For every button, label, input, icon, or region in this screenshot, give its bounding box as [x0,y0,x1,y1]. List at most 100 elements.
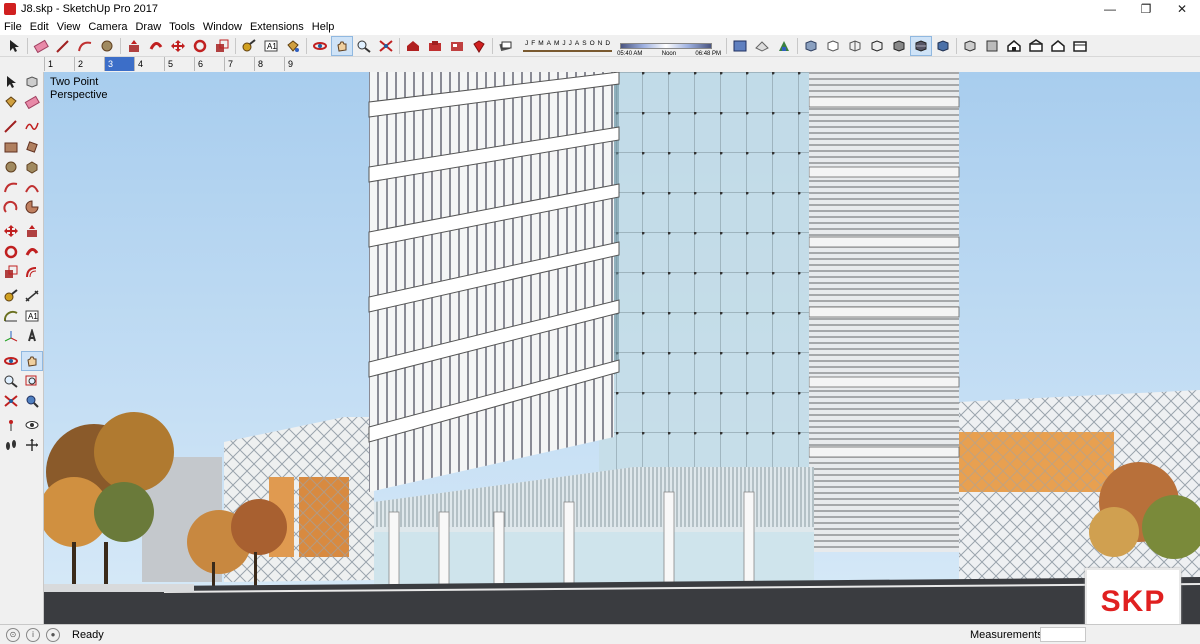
sandbox-icon[interactable] [773,36,795,56]
protractor-icon[interactable] [0,306,22,326]
push-pull-icon[interactable] [123,36,145,56]
top-view-icon[interactable] [981,36,1003,56]
text-icon[interactable]: A1 [22,306,44,326]
time-slider[interactable]: 05:40 AM Noon 06:48 PM [617,42,721,57]
three-point-arc-icon[interactable] [0,197,22,217]
scene-tab-3[interactable]: 3 [104,57,134,71]
minimize-button[interactable]: — [1092,0,1128,18]
arc-icon[interactable] [0,177,22,197]
scale-icon[interactable] [0,262,22,282]
rotated-rectangle-icon[interactable] [22,137,44,157]
dimension-icon[interactable] [22,286,44,306]
scene-tab-1[interactable]: 1 [44,57,74,71]
follow-me-icon[interactable] [22,242,44,262]
circle-icon[interactable] [0,157,22,177]
push-pull-icon[interactable] [22,221,44,241]
iso-icon[interactable] [959,36,981,56]
eraser-icon[interactable] [22,92,44,112]
arc-icon[interactable] [74,36,96,56]
zoom-icon[interactable] [353,36,375,56]
pie-icon[interactable] [22,197,44,217]
back-edges-icon[interactable] [822,36,844,56]
hidden-line-icon[interactable] [866,36,888,56]
menu-help[interactable]: Help [308,21,339,33]
styles-icon[interactable] [751,36,773,56]
close-button[interactable]: ✕ [1164,0,1200,18]
two-point-arc-icon[interactable] [22,177,44,197]
credits-icon[interactable]: i [26,627,40,642]
back-view-icon[interactable] [1047,36,1069,56]
rectangle-icon[interactable] [0,137,22,157]
pan-icon[interactable] [331,35,353,56]
match-photo-icon[interactable] [729,36,751,56]
scene-tab-9[interactable]: 9 [284,57,314,71]
menu-extensions[interactable]: Extensions [246,21,308,33]
orbit-icon[interactable] [0,351,21,371]
maximize-button[interactable]: ❐ [1128,0,1164,18]
user-account-icon[interactable]: ● [46,627,60,642]
xray-icon[interactable] [800,36,822,56]
measurements-input[interactable] [1040,627,1086,642]
make-component-icon[interactable] [22,72,44,92]
shadow-settings-bar[interactable]: JFMAMJJASOND 05:40 AM Noon 06:48 PM [523,36,721,57]
wireframe-icon[interactable] [844,36,866,56]
line-icon[interactable] [0,116,22,136]
scene-tab-7[interactable]: 7 [224,57,254,71]
tape-measure-icon[interactable] [0,286,22,306]
zoom-extents-icon[interactable] [375,36,397,56]
left-view-icon[interactable] [1069,36,1091,56]
eraser-icon[interactable] [30,36,52,56]
select-icon[interactable] [3,36,25,56]
scene-tab-5[interactable]: 5 [164,57,194,71]
menu-window[interactable]: Window [199,21,246,33]
monochrome-icon[interactable] [932,36,954,56]
scene-tab-6[interactable]: 6 [194,57,224,71]
menu-view[interactable]: View [53,21,85,33]
follow-me-icon[interactable] [145,36,167,56]
polygon-icon[interactable] [22,157,44,177]
select-icon[interactable] [0,72,22,92]
rotate-icon[interactable] [0,242,22,262]
menu-draw[interactable]: Draw [131,21,165,33]
move-icon[interactable] [167,36,189,56]
3d-text-icon[interactable] [22,326,44,346]
orbit-icon[interactable] [309,36,331,56]
walk-icon[interactable] [0,435,22,455]
scene-tab-8[interactable]: 8 [254,57,284,71]
menu-file[interactable]: File [0,21,26,33]
axes-icon[interactable] [0,326,22,346]
freehand-icon[interactable] [22,116,44,136]
layout-icon[interactable] [446,36,468,56]
model-viewport[interactable]: Two Point Perspective [44,72,1200,624]
menu-tools[interactable]: Tools [165,21,199,33]
previous-view-icon[interactable] [22,391,44,411]
zoom-icon[interactable] [0,371,22,391]
position-camera-icon[interactable] [0,415,22,435]
shape-icon[interactable] [96,36,118,56]
offset-icon[interactable] [22,262,44,282]
rotate-icon[interactable] [189,36,211,56]
extension-warehouse-icon[interactable] [424,36,446,56]
zoom-extents-icon[interactable] [0,391,22,411]
section-plane-icon[interactable] [22,435,44,455]
ruby-icon[interactable] [468,36,490,56]
georeference-icon[interactable]: ⊙ [6,627,20,642]
shaded-textures-icon[interactable] [910,35,933,56]
zoom-window-icon[interactable] [22,371,44,391]
move-icon[interactable] [0,221,22,241]
paint-bucket-icon[interactable] [282,36,304,56]
paint-bucket-icon[interactable] [0,92,22,112]
line-icon[interactable] [52,36,74,56]
look-around-icon[interactable] [22,415,44,435]
front-view-icon[interactable] [1003,36,1025,56]
right-view-icon[interactable] [1025,36,1047,56]
tape-measure-icon[interactable] [238,36,260,56]
shadow-toggle-icon[interactable] [495,36,517,56]
text-icon[interactable]: A1 [260,36,282,56]
menu-camera[interactable]: Camera [84,21,131,33]
menu-edit[interactable]: Edit [26,21,53,33]
scene-tab-4[interactable]: 4 [134,57,164,71]
warehouse-icon[interactable] [402,36,424,56]
shaded-icon[interactable] [888,36,910,56]
pan-icon[interactable] [21,350,43,371]
